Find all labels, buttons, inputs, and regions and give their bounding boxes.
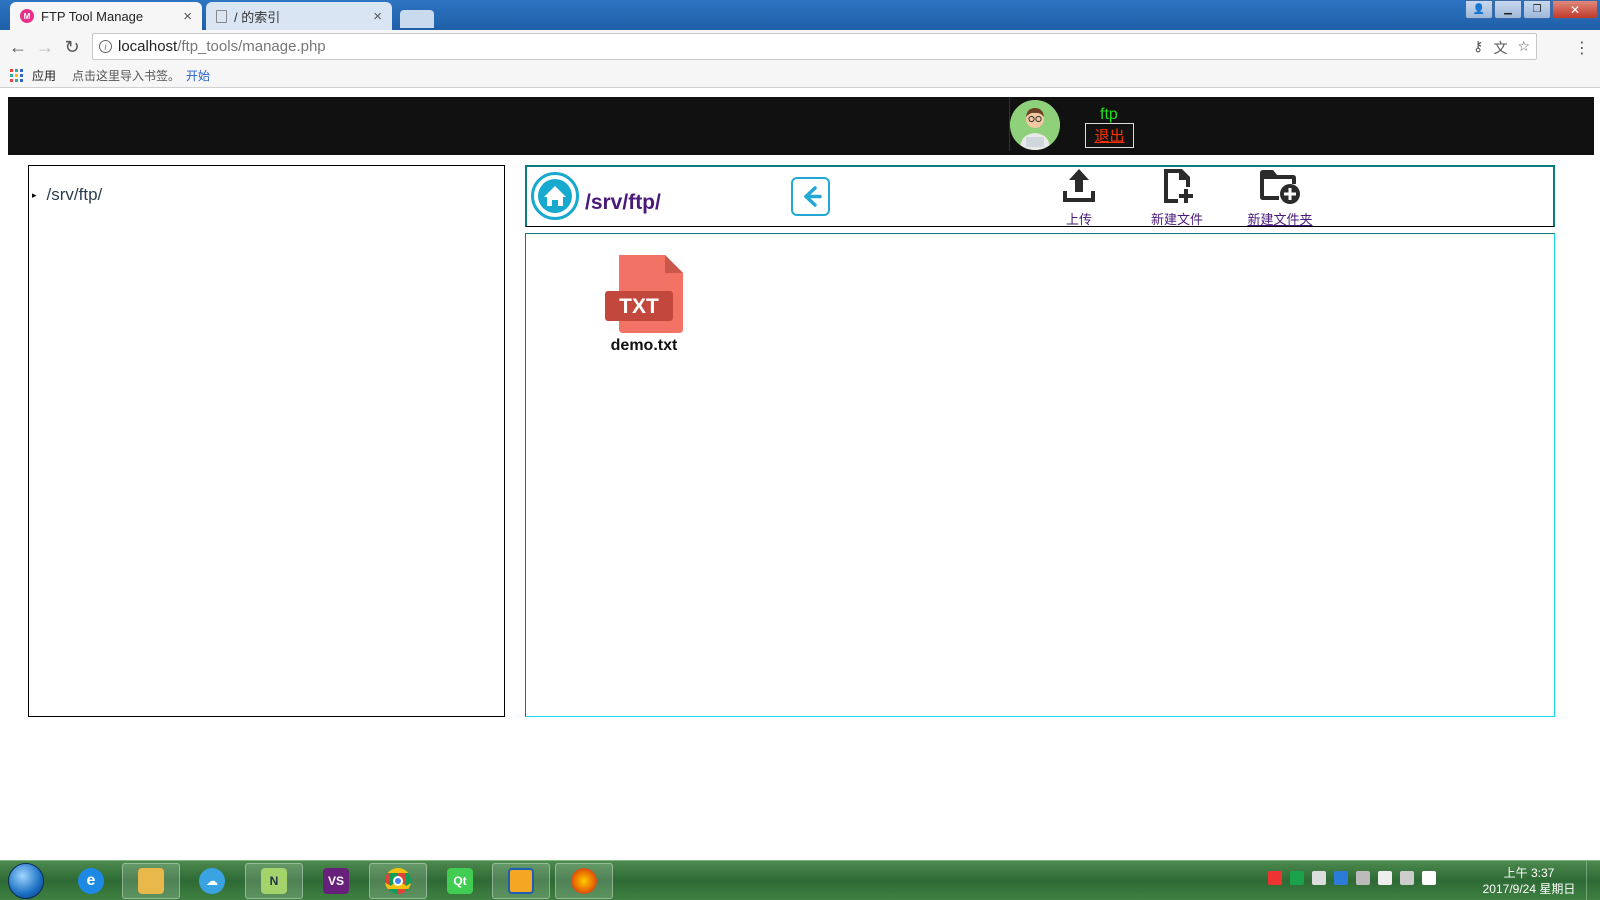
file-item-demo[interactable]: TXT demo.txt — [600, 253, 688, 355]
username-label: ftp — [1100, 106, 1118, 123]
tab-ftp-tool-manage[interactable]: M FTP Tool Manage × — [10, 2, 202, 30]
page-icon — [216, 9, 227, 23]
app-header-bar — [8, 97, 1594, 155]
url-host: localhost — [118, 38, 178, 55]
current-path: /srv/ftp/ — [585, 191, 661, 214]
internet-explorer-icon[interactable]: e — [62, 863, 120, 899]
start-button[interactable] — [8, 863, 44, 899]
url-path: /ftp_tools/manage.php — [177, 38, 326, 55]
user-avatar — [1010, 100, 1060, 150]
upload-button[interactable]: 上传 — [1054, 165, 1104, 231]
back-arrow-icon[interactable]: ← — [7, 36, 29, 58]
chrome-icon[interactable] — [369, 863, 427, 899]
notepad-plus-plus-icon[interactable]: N — [245, 863, 303, 899]
arrow-left-icon — [804, 186, 822, 207]
close-tab-icon[interactable]: × — [183, 8, 192, 25]
battery-icon[interactable] — [1378, 871, 1392, 885]
volume-muted-icon[interactable] — [1422, 871, 1436, 885]
system-tray — [1268, 871, 1436, 885]
qt-creator-icon[interactable]: Qt — [431, 863, 489, 899]
apps-grid-icon[interactable] — [10, 68, 23, 82]
tab-title: / 的索引 — [234, 9, 281, 25]
tray-network-device-icon[interactable] — [1312, 871, 1326, 885]
path-toolbar — [525, 165, 1555, 227]
clock-date: 2017/9/24 星期日 — [1482, 882, 1576, 896]
info-icon[interactable]: i — [99, 40, 112, 53]
tree-item-root[interactable]: ▸ /srv/ftp/ — [32, 185, 102, 205]
bluetooth-icon[interactable] — [1334, 871, 1348, 885]
clock-time: 上午 3:37 — [1503, 866, 1555, 880]
avatar-person-icon — [1010, 100, 1060, 150]
tray-flag-icon[interactable] — [1356, 871, 1370, 885]
tab-index[interactable]: / 的索引 × — [206, 2, 392, 30]
new-folder-button[interactable]: 新建文件夹 — [1240, 165, 1320, 231]
file-explorer-icon[interactable] — [122, 863, 180, 899]
browser-menu-icon[interactable]: ⋮ — [1574, 38, 1590, 58]
directory-tree-panel: ▸ /srv/ftp/ — [28, 165, 505, 717]
window-controls: 👤 ▁ ❐ ✕ — [1464, 0, 1598, 19]
reload-icon[interactable]: ↻ — [61, 36, 83, 58]
bookmark-import-hint: 点击这里导入书签。 — [72, 68, 181, 83]
visual-studio-icon[interactable]: VS — [307, 863, 365, 899]
new-folder-label: 新建文件夹 — [1247, 212, 1313, 227]
go-back-button[interactable] — [791, 177, 830, 216]
close-window-icon[interactable]: ✕ — [1552, 0, 1598, 19]
upload-label: 上传 — [1065, 212, 1092, 227]
file-name: demo.txt — [610, 337, 678, 354]
logout-button[interactable]: 退出 — [1085, 123, 1134, 148]
new-file-label: 新建文件 — [1150, 212, 1203, 227]
user-profile-icon[interactable]: 👤 — [1465, 0, 1493, 19]
tree-item-label: /srv/ftp/ — [46, 185, 103, 204]
baidu-cloud-icon[interactable]: ☁ — [183, 863, 241, 899]
firefox-icon[interactable] — [555, 863, 613, 899]
tab-title: FTP Tool Manage — [41, 8, 144, 24]
translate-icon[interactable]: 文 — [1493, 38, 1507, 58]
site-favicon-icon: M — [20, 9, 34, 23]
new-file-icon — [1164, 169, 1193, 203]
txt-badge-text: TXT — [619, 295, 659, 318]
tray-green-icon[interactable] — [1290, 871, 1304, 885]
browser-toolbar: ← → ↻ i localhost/ftp_tools/manage.php ⚷… — [0, 30, 1600, 63]
restore-icon[interactable]: ❐ — [1523, 0, 1551, 19]
new-file-button[interactable]: 新建文件 — [1146, 165, 1208, 231]
forward-arrow-icon[interactable]: → — [34, 36, 56, 58]
taskbar-clock[interactable]: 上午 3:37 2017/9/24 星期日 — [1474, 865, 1584, 897]
signal-icon[interactable] — [1400, 871, 1414, 885]
new-folder-icon — [1260, 170, 1300, 204]
bookmark-apps[interactable]: 应用 — [32, 67, 56, 84]
virtual-machine-icon[interactable] — [492, 863, 550, 899]
close-tab-icon[interactable]: × — [373, 8, 382, 25]
txt-file-icon: TXT — [605, 255, 683, 333]
tree-expand-icon[interactable]: ▸ — [32, 190, 37, 201]
bookmark-start-link[interactable]: 开始 — [186, 67, 210, 84]
new-tab-button[interactable] — [400, 10, 434, 28]
address-bar[interactable]: i localhost/ftp_tools/manage.php ⚷ 文 ☆ — [92, 33, 1537, 60]
browser-tabstrip: M FTP Tool Manage × / 的索引 × 👤 ▁ ❐ ✕ — [0, 0, 1600, 30]
upload-icon — [1063, 169, 1095, 202]
home-icon — [538, 179, 572, 213]
minimize-icon[interactable]: ▁ — [1494, 0, 1522, 19]
windows-taskbar: e ☁ N VS Qt 上午 3:37 2017/9/24 星期日 — [0, 860, 1600, 900]
show-desktop-button[interactable] — [1586, 861, 1600, 900]
home-button[interactable] — [531, 172, 579, 220]
bookmark-star-icon[interactable]: ☆ — [1517, 38, 1530, 58]
key-icon[interactable]: ⚷ — [1473, 38, 1483, 58]
tray-app-icon[interactable] — [1268, 871, 1282, 885]
bookmarks-bar: 应用 点击这里导入书签。 开始 — [0, 63, 1600, 88]
